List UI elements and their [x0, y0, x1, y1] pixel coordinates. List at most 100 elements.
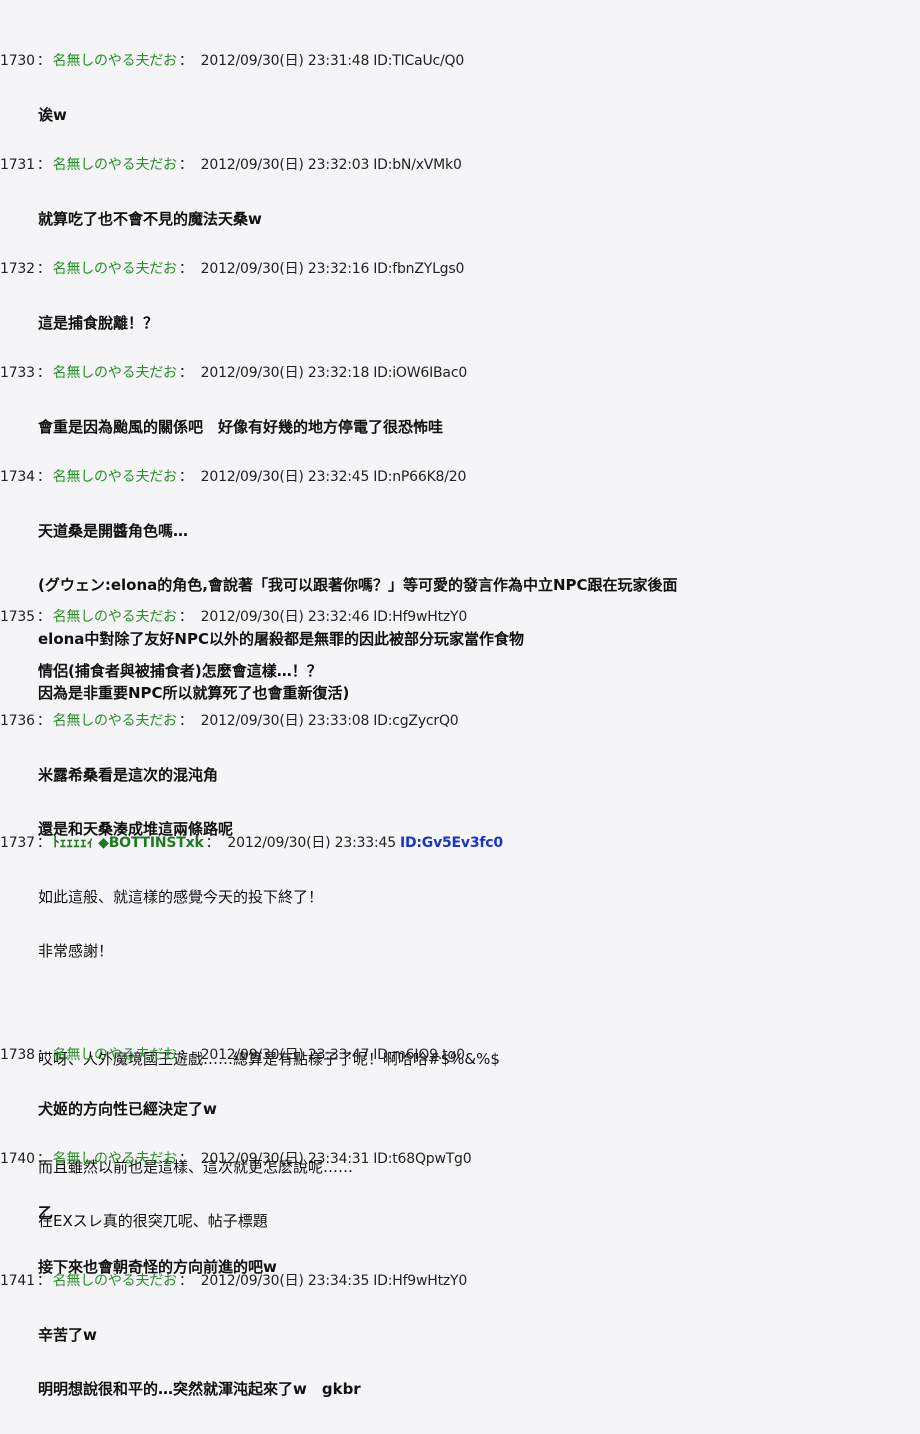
post-body: 犬姬的方向性已經決定了w — [38, 1064, 920, 1154]
poster-id[interactable]: ID:fbnZYLgs0 — [373, 261, 464, 277]
poster-id[interactable]: ID:m6IQ9.tg0 — [373, 1047, 465, 1063]
post-header: 1741：名無しのやる夫だお： 2012/09/30(日) 23:34:35 ID:… — [0, 1272, 920, 1290]
post-date: 2012/09/30(日) 23:31:48 — [200, 53, 370, 69]
separator: ： — [36, 1151, 51, 1167]
post-number[interactable]: 1731 — [0, 157, 35, 173]
post-header: 1738：名無しのやる夫だお： 2012/09/30(日) 23:33:47 ID:… — [0, 1046, 920, 1064]
body-line: 诶w — [38, 106, 67, 124]
poster-name: 名無しのやる夫だお — [52, 261, 177, 277]
poster-id[interactable]: ID:Hf9wHtzY0 — [373, 1273, 467, 1289]
poster-id[interactable]: ID:iOW6IBac0 — [373, 365, 467, 381]
post-number[interactable]: 1736 — [0, 713, 35, 729]
poster-name: 名無しのやる夫だお — [52, 713, 177, 729]
separator: ： — [178, 609, 193, 625]
post-body: 辛苦了w 明明想說很和平的…突然就渾沌起來了w gkbr — [38, 1290, 920, 1434]
poster-id[interactable]: ID:nP66K8/20 — [373, 469, 466, 485]
separator: ： — [178, 53, 193, 69]
body-line: 辛苦了w — [38, 1326, 97, 1344]
post-number[interactable]: 1732 — [0, 261, 35, 277]
post-header: 1737：ﾄｪｪｪｪｨ ◆BOTTINSTxk： 2012/09/30(日) 23… — [0, 834, 920, 852]
separator: ： — [178, 261, 193, 277]
post-header: 1733：名無しのやる夫だお： 2012/09/30(日) 23:32:18 ID:… — [0, 364, 920, 382]
body-line: 明明想說很和平的…突然就渾沌起來了w gkbr — [38, 1380, 361, 1398]
post-date: 2012/09/30(日) 23:32:46 — [200, 609, 370, 625]
post-number[interactable]: 1735 — [0, 609, 35, 625]
post-number[interactable]: 1740 — [0, 1151, 35, 1167]
post-1738: 1738：名無しのやる夫だお： 2012/09/30(日) 23:33:47 ID:… — [0, 1046, 920, 1154]
post-number[interactable]: 1730 — [0, 53, 35, 69]
poster-name: 名無しのやる夫だお — [52, 157, 177, 173]
post-number[interactable]: 1733 — [0, 365, 35, 381]
body-line: 天道桑是開醬角色嗎… — [38, 522, 189, 540]
post-header: 1730：名無しのやる夫だお： 2012/09/30(日) 23:31:48 ID:… — [0, 52, 920, 70]
post-header: 1736：名無しのやる夫だお： 2012/09/30(日) 23:33:08 ID:… — [0, 712, 920, 730]
poster-name: 名無しのやる夫だお — [52, 1151, 177, 1167]
post-date: 2012/09/30(日) 23:33:45 — [227, 835, 396, 851]
body-line: 如此這般、就這樣的感覺今天的投下終了！ — [38, 888, 324, 906]
post-body: 情侶(捕食者與被捕食者)怎麼會這樣…！？ — [38, 626, 920, 716]
poster-name: ﾄｪｪｪｪｨ ◆BOTTINSTxk — [52, 835, 204, 851]
post-1733: 1733：名無しのやる夫だお： 2012/09/30(日) 23:32:18 ID:… — [0, 364, 920, 472]
post-header: 1740：名無しのやる夫だお： 2012/09/30(日) 23:34:31 ID:… — [0, 1150, 920, 1168]
post-date: 2012/09/30(日) 23:33:47 — [200, 1047, 370, 1063]
body-line: 米露希桑看是這次的混沌角 — [38, 766, 219, 784]
post-1732: 1732：名無しのやる夫だお： 2012/09/30(日) 23:32:16 ID:… — [0, 260, 920, 368]
body-line — [38, 996, 920, 1014]
body-line: 犬姬的方向性已經決定了w — [38, 1100, 217, 1118]
post-date: 2012/09/30(日) 23:34:35 — [200, 1273, 370, 1289]
post-1741: 1741：名無しのやる夫だお： 2012/09/30(日) 23:34:35 ID:… — [0, 1272, 920, 1434]
post-number[interactable]: 1741 — [0, 1273, 35, 1289]
separator: ： — [178, 713, 193, 729]
separator: ： — [36, 157, 51, 173]
separator: ： — [36, 261, 51, 277]
post-body: 诶w — [38, 70, 920, 160]
poster-name: 名無しのやる夫だお — [52, 1047, 177, 1063]
body-line: 乙 — [38, 1204, 54, 1222]
poster-name: 名無しのやる夫だお — [52, 53, 177, 69]
separator: ： — [36, 1273, 51, 1289]
post-number[interactable]: 1737 — [0, 835, 35, 851]
body-line: 這是捕食脫離！？ — [38, 314, 159, 332]
separator: ： — [178, 1273, 193, 1289]
post-body: 會重是因為颱風的關係吧 好像有好幾的地方停電了很恐怖哇 — [38, 382, 920, 472]
body-line: 就算吃了也不會不見的魔法天桑w — [38, 210, 262, 228]
body-line: 會重是因為颱風的關係吧 好像有好幾的地方停電了很恐怖哇 — [38, 418, 444, 436]
separator: ： — [178, 469, 193, 485]
separator: ： — [178, 1047, 193, 1063]
post-date: 2012/09/30(日) 23:33:08 — [200, 713, 370, 729]
poster-id[interactable]: ID:t68QpwTg0 — [373, 1151, 471, 1167]
poster-name: 名無しのやる夫だお — [52, 1273, 177, 1289]
post-number[interactable]: 1738 — [0, 1047, 35, 1063]
separator: ： — [178, 1151, 193, 1167]
post-1730: 1730：名無しのやる夫だお： 2012/09/30(日) 23:31:48 ID:… — [0, 52, 920, 160]
post-date: 2012/09/30(日) 23:34:31 — [200, 1151, 370, 1167]
poster-name: 名無しのやる夫だお — [52, 365, 177, 381]
post-header: 1731：名無しのやる夫だお： 2012/09/30(日) 23:32:03 ID:… — [0, 156, 920, 174]
post-body: 這是捕食脫離！？ — [38, 278, 920, 368]
poster-id[interactable]: ID:Gv5Ev3fc0 — [400, 835, 503, 851]
poster-id[interactable]: ID:cgZycrQ0 — [373, 713, 458, 729]
poster-id[interactable]: ID:Hf9wHtzY0 — [373, 609, 467, 625]
post-date: 2012/09/30(日) 23:32:18 — [200, 365, 370, 381]
post-body: 就算吃了也不會不見的魔法天桑w — [38, 174, 920, 264]
post-1731: 1731：名無しのやる夫だお： 2012/09/30(日) 23:32:03 ID:… — [0, 156, 920, 264]
separator: ： — [36, 53, 51, 69]
post-date: 2012/09/30(日) 23:32:45 — [200, 469, 370, 485]
body-line: 情侶(捕食者與被捕食者)怎麼會這樣…！？ — [38, 662, 322, 680]
separator: ： — [205, 835, 220, 851]
body-line: 非常感謝！ — [38, 942, 114, 960]
separator: ： — [36, 835, 51, 851]
post-date: 2012/09/30(日) 23:32:16 — [200, 261, 370, 277]
post-header: 1732：名無しのやる夫だお： 2012/09/30(日) 23:32:16 ID:… — [0, 260, 920, 278]
post-header: 1735：名無しのやる夫だお： 2012/09/30(日) 23:32:46 ID:… — [0, 608, 920, 626]
poster-id[interactable]: ID:bN/xVMk0 — [373, 157, 462, 173]
poster-name: 名無しのやる夫だお — [52, 609, 177, 625]
separator: ： — [36, 365, 51, 381]
separator: ： — [36, 469, 51, 485]
separator: ： — [178, 157, 193, 173]
separator: ： — [36, 713, 51, 729]
post-number[interactable]: 1734 — [0, 469, 35, 485]
separator: ： — [178, 365, 193, 381]
poster-id[interactable]: ID:TICaUc/Q0 — [373, 53, 464, 69]
post-header: 1734：名無しのやる夫だお： 2012/09/30(日) 23:32:45 ID:… — [0, 468, 920, 486]
